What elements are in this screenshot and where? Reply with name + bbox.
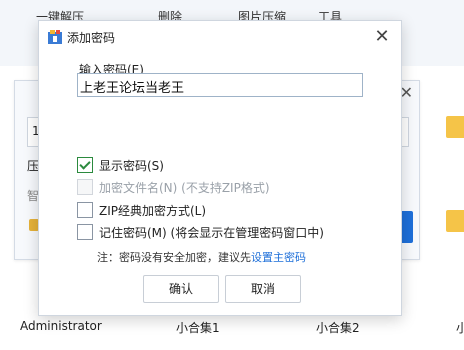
remember-password-checkbox[interactable] [77,224,93,240]
file-label-collection[interactable]: 小 [456,319,464,336]
folder-icon [446,210,464,232]
password-value: 上老王论坛当老王 [80,81,185,96]
dialog-titlebar: 添加密码 ✕ [39,21,401,53]
folder-icon [446,116,464,138]
security-note-text: 注：密码没有安全加密，建议先 [97,251,251,264]
remember-password-label: 记住密码(M) (将会显示在管理密码窗口中) [99,226,324,240]
file-label-collection-2[interactable]: 小合集2 [316,319,360,336]
password-input[interactable]: 上老王论坛当老王 [77,73,363,97]
confirm-button[interactable]: 确认 [143,275,219,303]
set-master-password-link[interactable]: 设置主密码 [251,251,306,264]
file-label-collection-1[interactable]: 小合集1 [176,319,220,336]
zip-classic-encryption-label: ZIP经典加密方式(L) [99,204,207,218]
add-password-dialog: 添加密码 ✕ 输入密码(E) 上老王论坛当老王 显示密码(S) 加密文件名(N)… [38,20,402,316]
file-label-administrator[interactable]: Administrator [20,319,102,333]
encrypt-filenames-checkbox [77,179,93,195]
dialog-title: 添加密码 [67,31,116,45]
close-button[interactable]: ✕ [371,26,393,48]
archive-app-icon [48,30,62,44]
show-password-checkbox[interactable] [77,157,93,173]
security-note: 注：密码没有安全加密，建议先设置主密码 [97,249,306,265]
show-password-label: 显示密码(S) [99,159,164,173]
cancel-button[interactable]: 取消 [225,275,301,303]
zip-classic-encryption-checkbox[interactable] [77,202,93,218]
encrypt-filenames-label: 加密文件名(N) (不支持ZIP格式) [99,181,270,195]
